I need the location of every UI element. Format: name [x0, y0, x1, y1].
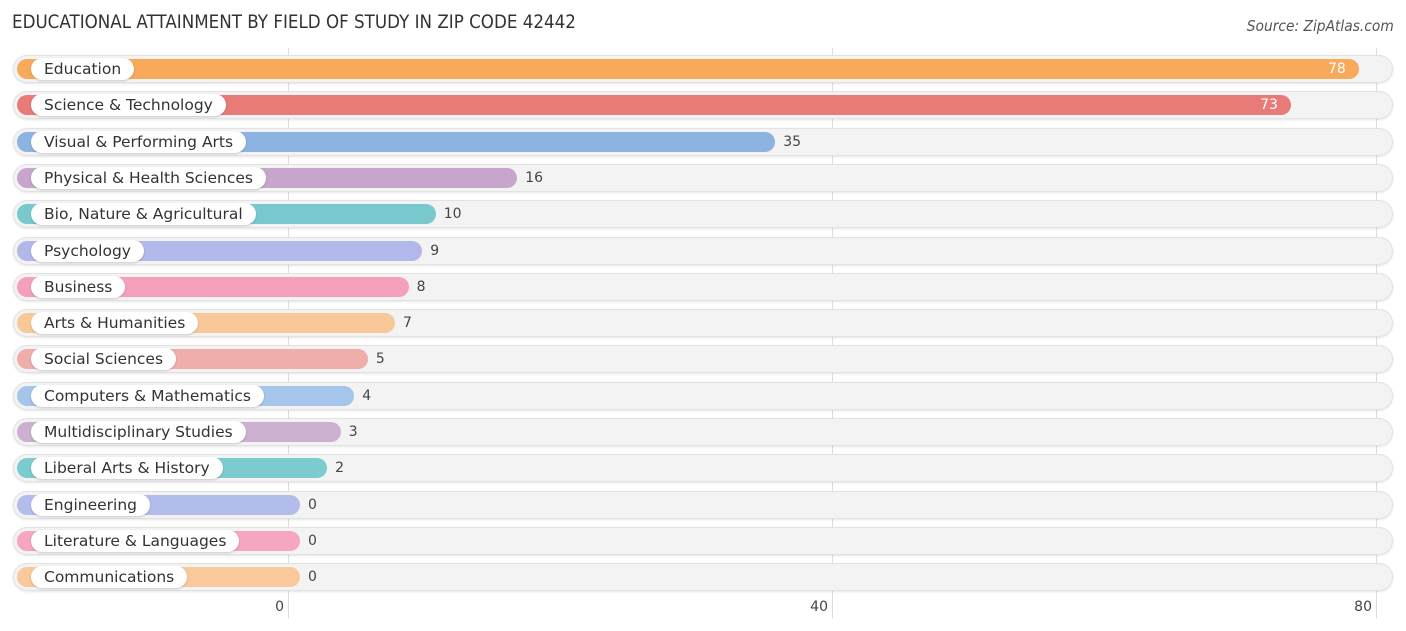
- value-label: 5: [375, 351, 385, 368]
- category-label: Visual & Performing Arts: [31, 130, 247, 153]
- value-label: 78: [1328, 61, 1346, 77]
- value-label: 73: [1260, 97, 1278, 114]
- x-tick-label: 0: [275, 599, 284, 615]
- category-label: Engineering: [31, 493, 150, 516]
- value-label: 35: [783, 133, 802, 150]
- value-label: 8: [416, 278, 426, 295]
- category-label: Communications: [31, 566, 188, 589]
- category-label: Liberal Arts & History: [31, 457, 223, 480]
- category-label: Business: [31, 275, 126, 298]
- value-label: 16: [525, 169, 544, 186]
- category-label: Computers & Mathematics: [31, 384, 264, 407]
- value-label: 4: [362, 387, 372, 404]
- value-label: 9: [430, 242, 440, 259]
- value-label: 0: [308, 496, 317, 513]
- bar[interactable]: [17, 59, 1359, 79]
- category-label: Literature & Languages: [31, 529, 240, 552]
- value-label: 0: [308, 569, 317, 586]
- value-label: 7: [403, 315, 412, 332]
- bar-chart: 0 40 80 Education 78 Science & Technology 73 Vi…: [0, 0, 1406, 631]
- category-label: Science & Technology: [31, 94, 226, 117]
- value-label: 10: [443, 206, 462, 223]
- value-label: 3: [348, 424, 358, 440]
- category-label: Social Sciences: [31, 348, 177, 371]
- x-tick-label: 80: [1354, 599, 1372, 615]
- category-label: Bio, Nature & Agricultural: [31, 203, 256, 226]
- category-label: Psychology: [31, 239, 144, 262]
- category-label: Multidisciplinary Studies: [31, 421, 246, 443]
- category-label: Physical & Health Sciences: [31, 166, 266, 189]
- value-label: 2: [335, 460, 345, 477]
- x-tick-label: 40: [810, 599, 828, 615]
- value-label: 0: [308, 532, 317, 549]
- category-label: Arts & Humanities: [31, 312, 199, 335]
- category-label: Education: [31, 58, 135, 80]
